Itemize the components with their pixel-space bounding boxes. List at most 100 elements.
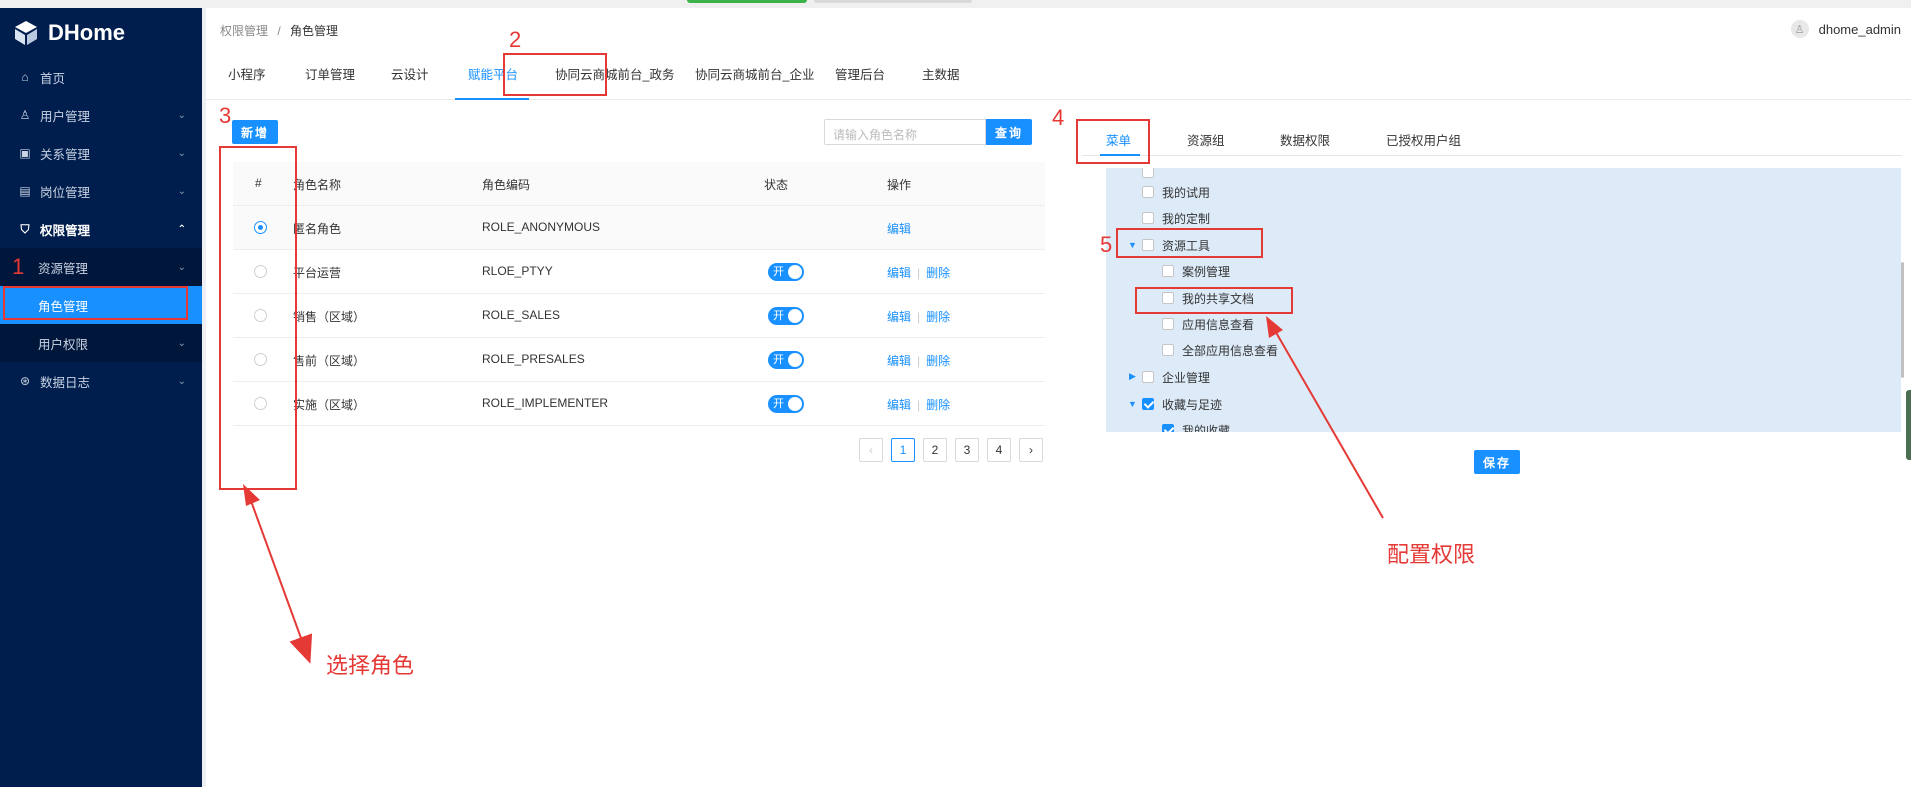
table-row[interactable]: 实施（区域） ROLE_IMPLEMENTER 开 编辑 | 删除 [233, 382, 1045, 426]
tree-node-label: 我的试用 [1162, 185, 1211, 200]
save-button[interactable]: 保存 [1474, 450, 1520, 474]
annotation-number: 4 [1052, 105, 1065, 130]
permission-tabs: 菜单 资源组 数据权限 已授权用户组 [1082, 118, 1902, 156]
breadcrumb: 权限管理 / 角色管理 [220, 22, 338, 39]
annotation-box-2 [503, 53, 607, 96]
table-row[interactable]: 售前（区域） ROLE_PRESALES 开 编辑 | 删除 [233, 338, 1045, 382]
page-button[interactable]: 3 [955, 438, 979, 462]
tab-orders[interactable]: 订单管理 [305, 64, 355, 83]
sidebar-item-permissions[interactable]: ⛉ 权限管理 ⌃ [0, 210, 202, 248]
chevron-down-icon: ⌄ [177, 185, 186, 197]
caret-down-icon[interactable]: ▼ [1128, 399, 1137, 409]
tab-authorized-user-groups[interactable]: 已授权用户组 [1386, 130, 1461, 149]
delete-link[interactable]: 删除 [926, 310, 950, 324]
page-button[interactable]: 2 [923, 438, 947, 462]
caret-right-icon[interactable]: ▶ [1129, 371, 1136, 382]
add-role-button[interactable]: 新增 [232, 120, 278, 144]
tree-checkbox[interactable] [1142, 371, 1154, 383]
edit-link[interactable]: 编辑 [887, 398, 911, 412]
tree-scrollbar[interactable] [1901, 262, 1904, 378]
sidebar-item-relations[interactable]: ▣ 关系管理 ⌄ [0, 134, 202, 172]
query-button[interactable]: 查询 [986, 119, 1032, 145]
cube-logo-icon [15, 21, 37, 45]
breadcrumb-current: 角色管理 [290, 24, 339, 38]
annotation-number: 3 [219, 103, 232, 128]
tree-checkbox[interactable] [1162, 265, 1174, 277]
breadcrumb-parent[interactable]: 权限管理 [220, 24, 268, 38]
annotation-number: 2 [509, 27, 522, 52]
chevron-down-icon: ⌄ [177, 109, 186, 121]
tab-miniprogram[interactable]: 小程序 [228, 64, 266, 83]
page-button[interactable]: 4 [987, 438, 1011, 462]
tree-checkbox[interactable] [1162, 318, 1174, 330]
sidebar-subitem-user-permissions[interactable]: 用户权限 ⌄ [0, 324, 202, 362]
brand-logo[interactable]: DHome [0, 8, 202, 58]
delete-link[interactable]: 删除 [926, 266, 950, 280]
tree-node[interactable]: 企业管理 [1142, 367, 1210, 387]
next-page-button[interactable]: › [1019, 438, 1043, 462]
tree-checkbox[interactable] [1142, 186, 1154, 198]
status-toggle[interactable]: 开 [768, 263, 804, 281]
annotation-box-1 [3, 286, 188, 320]
table-header: # 角色名称 角色编码 状态 操作 [233, 162, 1045, 206]
tree-checkbox[interactable] [1162, 344, 1174, 356]
col-role-code: 角色编码 [482, 178, 531, 192]
status-toggle[interactable]: 开 [768, 351, 804, 369]
sidebar-subitem-resources[interactable]: 资源管理 ⌄ [0, 248, 202, 286]
tree-node[interactable] [1142, 168, 1162, 182]
sidebar: DHome ⌂ 首页 ♙ 用户管理 ⌄ ▣ 关系管理 ⌄ ▤ 岗位管理 ⌄ ⛉ … [0, 8, 202, 787]
tree-node[interactable]: 案例管理 [1162, 261, 1230, 281]
sidebar-item-datalog[interactable]: ⊛ 数据日志 ⌄ [0, 362, 202, 400]
table-row[interactable]: 平台运营 RLOE_PTYY 开 编辑 | 删除 [233, 250, 1045, 294]
tree-node[interactable]: 我的收藏 [1162, 420, 1230, 432]
role-code: RLOE_PTYY [482, 264, 553, 278]
tab-data-permission[interactable]: 数据权限 [1280, 130, 1330, 149]
tree-checkbox[interactable] [1142, 398, 1154, 410]
prev-page-button[interactable]: ‹ [859, 438, 883, 462]
tree-checkbox[interactable] [1142, 212, 1154, 224]
role-code: ROLE_SALES [482, 308, 561, 322]
sidebar-item-label: 数据日志 [40, 375, 91, 390]
table-row[interactable]: 匿名角色 ROLE_ANONYMOUS 编辑 [233, 206, 1045, 250]
edit-link[interactable]: 编辑 [887, 354, 911, 368]
tree-checkbox[interactable] [1142, 168, 1154, 178]
user-menu[interactable]: ♙ dhome_admin [1790, 20, 1901, 38]
table-row[interactable]: 销售（区域） ROLE_SALES 开 编辑 | 删除 [233, 294, 1045, 338]
annotation-box-4 [1076, 119, 1150, 164]
sidebar-item-home[interactable]: ⌂ 首页 [0, 58, 202, 96]
edit-link[interactable]: 编辑 [887, 310, 911, 324]
tab-cloud-design[interactable]: 云设计 [391, 64, 429, 83]
tab-resource-group[interactable]: 资源组 [1187, 130, 1225, 149]
app-root: DHome ⌂ 首页 ♙ 用户管理 ⌄ ▣ 关系管理 ⌄ ▤ 岗位管理 ⌄ ⛉ … [0, 0, 1911, 787]
avatar-icon: ♙ [1790, 20, 1809, 38]
sidebar-item-users[interactable]: ♙ 用户管理 ⌄ [0, 96, 202, 134]
side-scroll-handle[interactable] [1906, 390, 1911, 460]
tab-admin[interactable]: 管理后台 [835, 64, 885, 83]
tree-node[interactable]: 收藏与足迹 [1142, 394, 1222, 414]
log-icon: ⊛ [19, 374, 31, 388]
sidebar-item-posts[interactable]: ▤ 岗位管理 ⌄ [0, 172, 202, 210]
sidebar-item-label: 岗位管理 [40, 185, 91, 200]
tree-node[interactable]: 全部应用信息查看 [1162, 340, 1278, 360]
edit-link[interactable]: 编辑 [887, 266, 911, 280]
tree-node[interactable]: 我的试用 [1142, 182, 1210, 202]
tree-node[interactable]: 应用信息查看 [1162, 314, 1254, 334]
browser-top-strip [0, 0, 1911, 8]
edit-link[interactable]: 编辑 [887, 222, 911, 236]
role-table: # 角色名称 角色编码 状态 操作 匿名角色 ROLE_ANONYMOUS 编辑… [233, 162, 1045, 426]
browser-tab-active[interactable] [687, 0, 807, 3]
delete-link[interactable]: 删除 [926, 398, 950, 412]
tab-master-data[interactable]: 主数据 [922, 64, 960, 83]
tab-mall-enterprise[interactable]: 协同云商城前台_企业 [695, 64, 814, 83]
delete-link[interactable]: 删除 [926, 354, 950, 368]
tree-checkbox[interactable] [1162, 424, 1174, 432]
tree-node[interactable]: 我的定制 [1142, 208, 1210, 228]
status-toggle[interactable]: 开 [768, 307, 804, 325]
role-search-input[interactable]: 请输入角色名称 [824, 119, 986, 145]
chevron-down-icon: ⌄ [177, 261, 186, 273]
shield-icon: ⛉ [20, 221, 30, 236]
page-button[interactable]: 1 [891, 438, 915, 462]
tree-node-label: 收藏与足迹 [1162, 397, 1223, 412]
status-toggle[interactable]: 开 [768, 395, 804, 413]
browser-tab[interactable] [814, 0, 972, 3]
